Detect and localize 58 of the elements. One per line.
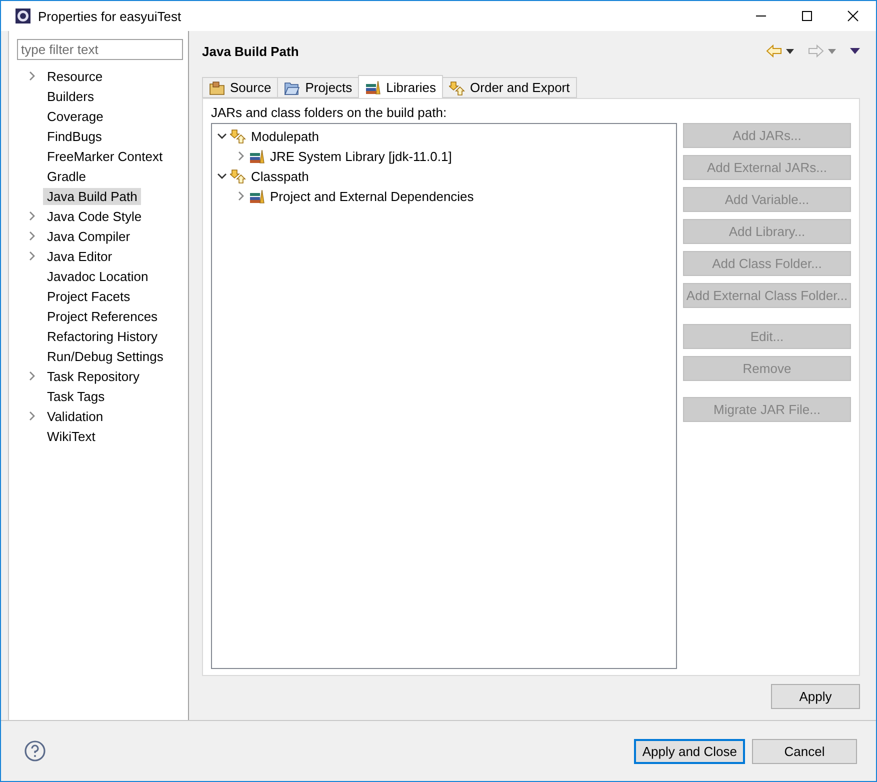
menu-caret-icon[interactable]: [850, 48, 860, 54]
chevron-right-icon[interactable]: [26, 411, 36, 421]
panel-caption: JARs and class folders on the build path:: [211, 105, 448, 120]
tree-item-label[interactable]: Modulepath: [251, 128, 319, 144]
library-icon: [249, 148, 265, 164]
container-icon: [230, 168, 246, 184]
dialog-button[interactable]: Cancel: [752, 738, 857, 764]
chevron-right-icon[interactable]: [236, 191, 246, 201]
tree-item-label[interactable]: Project and External Dependencies: [270, 188, 474, 204]
chevron-right-icon[interactable]: [26, 231, 36, 241]
dialog-button[interactable]: Apply and Close: [634, 738, 745, 764]
package-folder-icon: [209, 80, 225, 96]
tab[interactable]: Source: [202, 77, 278, 98]
sidebar-item[interactable]: Task Tags: [43, 388, 109, 404]
tab[interactable]: Order and Export: [442, 77, 577, 98]
container-icon: [230, 128, 246, 144]
chevron-right-icon[interactable]: [26, 71, 36, 81]
window-title: Properties for easyuiTest: [38, 8, 182, 24]
apply-button[interactable]: Apply: [771, 684, 860, 709]
library-icon: [249, 188, 265, 204]
sidebar-item[interactable]: Coverage: [43, 108, 108, 124]
sidebar-item[interactable]: Java Code Style: [43, 208, 146, 224]
sidebar-item[interactable]: FreeMarker Context: [43, 148, 167, 164]
library-icon: [365, 79, 382, 95]
filter-field[interactable]: type filter text: [17, 39, 183, 60]
sidebar-item[interactable]: Run/Debug Settings: [43, 348, 168, 364]
close-icon: [847, 10, 859, 22]
maximize-icon: [801, 10, 813, 22]
tab[interactable]: Projects: [277, 77, 360, 98]
sidebar-item[interactable]: Project Facets: [43, 288, 134, 304]
tree-item-label[interactable]: Classpath: [251, 168, 309, 184]
folder-icon: [284, 80, 300, 96]
chevron-right-icon[interactable]: [26, 251, 36, 261]
container-icon: [449, 80, 466, 96]
tree-item-label[interactable]: JRE System Library [jdk-11.0.1]: [270, 148, 452, 164]
chevron-right-icon[interactable]: [26, 371, 36, 381]
sidebar-item[interactable]: Java Build Path: [43, 188, 142, 204]
sidebar-item[interactable]: Refactoring History: [43, 328, 162, 344]
tab[interactable]: Libraries: [358, 75, 444, 98]
sidebar-item[interactable]: Builders: [43, 88, 98, 104]
app-icon: [15, 8, 31, 24]
sidebar-item[interactable]: Task Repository: [43, 368, 144, 384]
chevron-right-icon[interactable]: [236, 151, 246, 161]
sidebar-item[interactable]: Resource: [43, 68, 107, 84]
sidebar-item[interactable]: FindBugs: [43, 128, 106, 144]
sidebar-item[interactable]: Java Compiler: [43, 228, 134, 244]
help-icon[interactable]: [24, 740, 46, 762]
chevron-down-icon[interactable]: [217, 131, 227, 141]
sidebar-item[interactable]: Javadoc Location: [43, 268, 152, 284]
sidebar-item[interactable]: Java Editor: [43, 248, 116, 264]
chevron-right-icon[interactable]: [26, 211, 36, 221]
sidebar-item[interactable]: Project References: [43, 308, 162, 324]
caret-icon[interactable]: [786, 48, 794, 54]
chevron-down-icon[interactable]: [217, 171, 227, 181]
sidebar-item[interactable]: Gradle: [43, 168, 90, 184]
sidebar-item[interactable]: WikiText: [43, 428, 100, 444]
page-title: Java Build Path: [202, 44, 300, 58]
sidebar-item[interactable]: Validation: [43, 408, 108, 424]
